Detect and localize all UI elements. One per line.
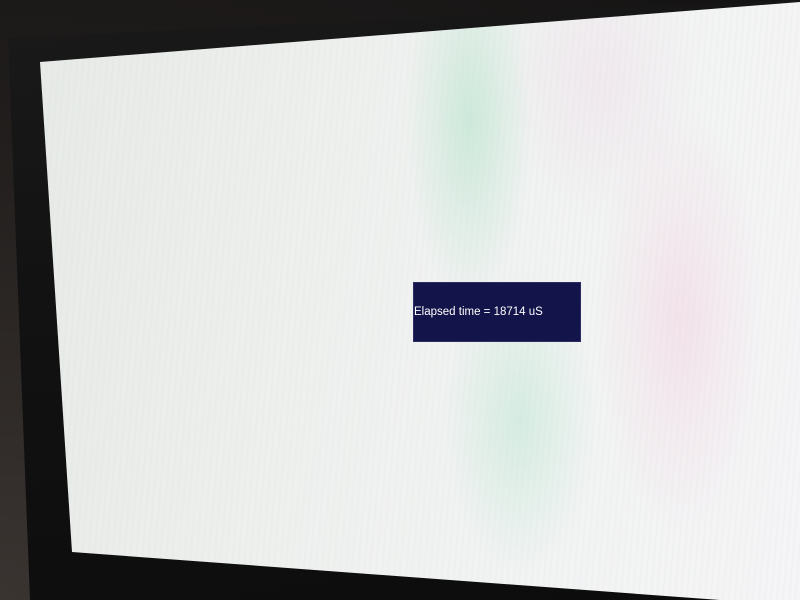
- photo-of-monitor: Elapsed time = 18714 uS: [0, 0, 800, 600]
- elapsed-time-box: Elapsed time = 18714 uS: [413, 282, 581, 342]
- moire-pattern: [40, 2, 800, 600]
- elapsed-time-label: Elapsed time = 18714 uS: [414, 306, 543, 318]
